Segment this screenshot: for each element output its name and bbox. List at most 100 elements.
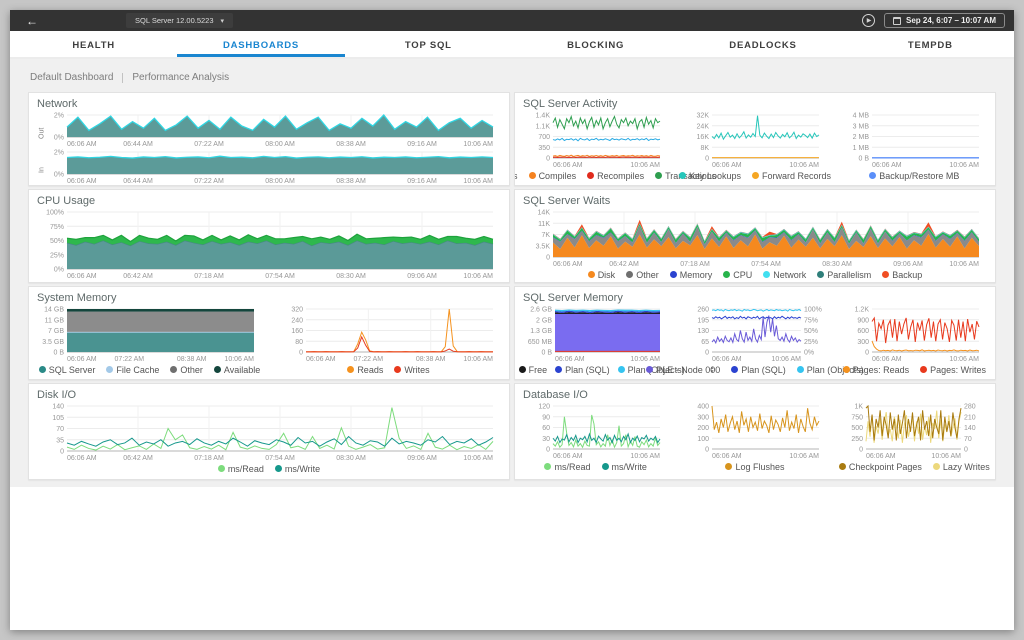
svg-text:06:06 AM: 06:06 AM <box>872 162 902 169</box>
app-window: ← SQL Server 12.00.5223 ▾ ▶ Sep 24, 6:07… <box>10 10 1014 630</box>
date-range-picker[interactable]: Sep 24, 6:07 – 10:07 AM <box>884 13 1005 28</box>
svg-text:0: 0 <box>859 447 863 454</box>
svg-text:3.5 GB: 3.5 GB <box>42 339 64 346</box>
database-io-latency-legend: ms/Readms/Write <box>523 460 668 473</box>
svg-text:07:22 AM: 07:22 AM <box>354 356 384 363</box>
system-memory-io-chart[interactable]: 32024016080006:06 AM07:22 AM08:38 AM10:0… <box>276 305 501 363</box>
svg-text:14K: 14K <box>538 210 551 217</box>
svg-text:06:06 AM: 06:06 AM <box>553 261 583 268</box>
breadcrumb: Default Dashboard Performance Analysis <box>28 59 996 92</box>
legend-item: Backup/Restore MB <box>869 171 959 181</box>
legend-item: Writes <box>394 365 429 375</box>
svg-text:750: 750 <box>851 414 863 421</box>
svg-text:7 GB: 7 GB <box>48 328 64 335</box>
sql-memory-pages-chart[interactable]: 1.2K900600300006:06 AM10:06 AM <box>842 305 987 363</box>
database-io-latency-chart[interactable]: 120906030006:06 AM10:06 AM <box>523 402 668 460</box>
svg-text:700: 700 <box>538 134 550 141</box>
panel-title: SQL Server Memory <box>523 292 987 304</box>
legend-item: CPU <box>723 270 752 280</box>
network-out-chart[interactable]: 2%0%06:06 AM06:44 AM07:22 AM08:00 AM08:3… <box>47 111 501 148</box>
dashboard-band: Default Dashboard Performance Analysis N… <box>10 59 1014 487</box>
svg-text:0: 0 <box>546 447 550 454</box>
svg-text:11K: 11K <box>538 221 550 228</box>
sql-memory-buffer-chart[interactable]: 2.6 GB2 GB1.3 GB650 MB0 B06:06 AM10:06 A… <box>523 305 668 363</box>
network-in-chart[interactable]: 2%0%06:06 AM06:44 AM07:22 AM08:00 AM08:3… <box>47 148 501 185</box>
svg-text:10:06 AM: 10:06 AM <box>463 455 493 462</box>
legend-item: Parallelism <box>817 270 871 280</box>
server-selector-dropdown[interactable]: SQL Server 12.00.5223 ▾ <box>126 13 233 28</box>
svg-text:75%: 75% <box>804 317 818 324</box>
svg-text:06:06 AM: 06:06 AM <box>67 178 97 185</box>
panel-disk-io: Disk I/O 1401057035006:06 AM06:42 AM07:1… <box>28 383 510 480</box>
sql-memory-ple-chart[interactable]: 260195130650100%75%50%25%0%06:06 AM10:06… <box>682 305 827 363</box>
svg-text:10:06 AM: 10:06 AM <box>790 453 820 460</box>
legend-item: Disk <box>588 270 616 280</box>
svg-text:0 B: 0 B <box>541 350 552 357</box>
svg-text:60: 60 <box>542 425 550 432</box>
svg-text:140: 140 <box>964 425 976 432</box>
svg-text:300: 300 <box>857 339 869 346</box>
disk-io-chart[interactable]: 1401057035006:06 AM06:42 AM07:18 AM07:54… <box>37 402 501 462</box>
tab-dashboards[interactable]: DASHBOARDS <box>177 31 344 57</box>
disk-io-legend: ms/Readms/Write <box>37 462 501 475</box>
svg-text:10:06 AM: 10:06 AM <box>463 273 493 280</box>
cpu-usage-chart[interactable]: 100%75%50%25%0%06:06 AM06:42 AM07:18 AM0… <box>37 208 501 280</box>
legend-item: Recompiles <box>587 171 644 181</box>
system-memory-stack-chart[interactable]: 14 GB11 GB7 GB3.5 GB0 B06:06 AM07:22 AM0… <box>37 305 262 363</box>
legend-item: Available <box>214 365 260 375</box>
svg-text:06:06 AM: 06:06 AM <box>553 453 583 460</box>
svg-text:90: 90 <box>542 414 550 421</box>
svg-text:09:06 AM: 09:06 AM <box>407 455 437 462</box>
legend-item: ms/Write <box>602 462 647 472</box>
svg-text:250: 250 <box>851 436 863 443</box>
svg-text:07:22 AM: 07:22 AM <box>194 178 224 185</box>
svg-text:400: 400 <box>698 404 710 411</box>
svg-text:0 B: 0 B <box>53 350 64 357</box>
svg-text:24K: 24K <box>697 123 710 130</box>
svg-text:06:06 AM: 06:06 AM <box>553 162 583 169</box>
sql-memory-ple-legend: PLE - Node 000Plan (SQL)Plan (Objects) <box>682 363 827 376</box>
tab-top-sql[interactable]: TOP SQL <box>345 31 512 57</box>
back-button[interactable]: ← <box>26 15 38 27</box>
activity-batches-chart[interactable]: 1.4K1.1K700350006:06 AM10:06 AM <box>523 111 668 169</box>
tab-blocking[interactable]: BLOCKING <box>512 31 679 57</box>
svg-text:120: 120 <box>538 404 550 411</box>
panel-system-memory: System Memory 14 GB11 GB7 GB3.5 GB0 B06:… <box>28 286 510 380</box>
activity-backup-chart[interactable]: 4 MB3 MB2 MB1 MB0 B06:06 AM10:06 AM <box>842 111 987 169</box>
legend-item: Pages: Writes <box>920 365 986 375</box>
tab-tempdb[interactable]: TEMPDB <box>847 31 1014 57</box>
svg-text:10:06 AM: 10:06 AM <box>630 356 660 363</box>
svg-text:75%: 75% <box>50 224 64 231</box>
activity-lookups-chart[interactable]: 32K24K16K8K006:06 AM10:06 AM <box>682 111 827 169</box>
svg-text:600: 600 <box>857 328 869 335</box>
tab-deadlocks[interactable]: DEADLOCKS <box>679 31 846 57</box>
tab-health[interactable]: HEALTH <box>10 31 177 57</box>
svg-text:06:06 AM: 06:06 AM <box>67 141 97 148</box>
play-button[interactable]: ▶ <box>862 14 875 27</box>
svg-text:2 MB: 2 MB <box>852 134 869 141</box>
svg-text:70: 70 <box>56 426 64 433</box>
panel-network: Network Out 2%0%06:06 AM06:44 AM07:22 AM… <box>28 92 510 186</box>
panel-grid: Network Out 2%0%06:06 AM06:44 AM07:22 AM… <box>28 92 996 480</box>
svg-text:2%: 2% <box>54 113 64 120</box>
svg-text:35: 35 <box>56 437 64 444</box>
axis-label-out: Out <box>37 111 47 148</box>
database-io-checkpoint-legend: Checkpoint PagesLazy Writes <box>842 460 987 473</box>
svg-text:06:44 AM: 06:44 AM <box>123 178 153 185</box>
svg-text:08:00 AM: 08:00 AM <box>265 141 295 148</box>
database-io-logflush-chart[interactable]: 400300200100006:06 AM10:06 AM <box>682 402 827 460</box>
sql-server-waits-chart[interactable]: 14K11K7K3.5K006:06 AM06:42 AM07:18 AM07:… <box>523 208 987 268</box>
database-io-checkpoint-chart[interactable]: 1K750500250028021014070006:06 AM10:06 AM <box>842 402 987 460</box>
svg-text:10:06 AM: 10:06 AM <box>630 453 660 460</box>
svg-text:0: 0 <box>705 350 709 357</box>
svg-text:07:22 AM: 07:22 AM <box>115 356 145 363</box>
legend-item: Free <box>519 365 548 375</box>
svg-text:06:06 AM: 06:06 AM <box>866 453 896 460</box>
network-in-row: In 2%0%06:06 AM06:44 AM07:22 AM08:00 AM0… <box>37 148 501 185</box>
svg-text:10:06 AM: 10:06 AM <box>931 453 961 460</box>
svg-text:650 MB: 650 MB <box>528 339 552 346</box>
svg-text:09:16 AM: 09:16 AM <box>407 141 437 148</box>
svg-text:2.6 GB: 2.6 GB <box>530 307 552 314</box>
breadcrumb-dashboard[interactable]: Default Dashboard <box>30 72 113 83</box>
svg-text:08:30 AM: 08:30 AM <box>336 273 366 280</box>
